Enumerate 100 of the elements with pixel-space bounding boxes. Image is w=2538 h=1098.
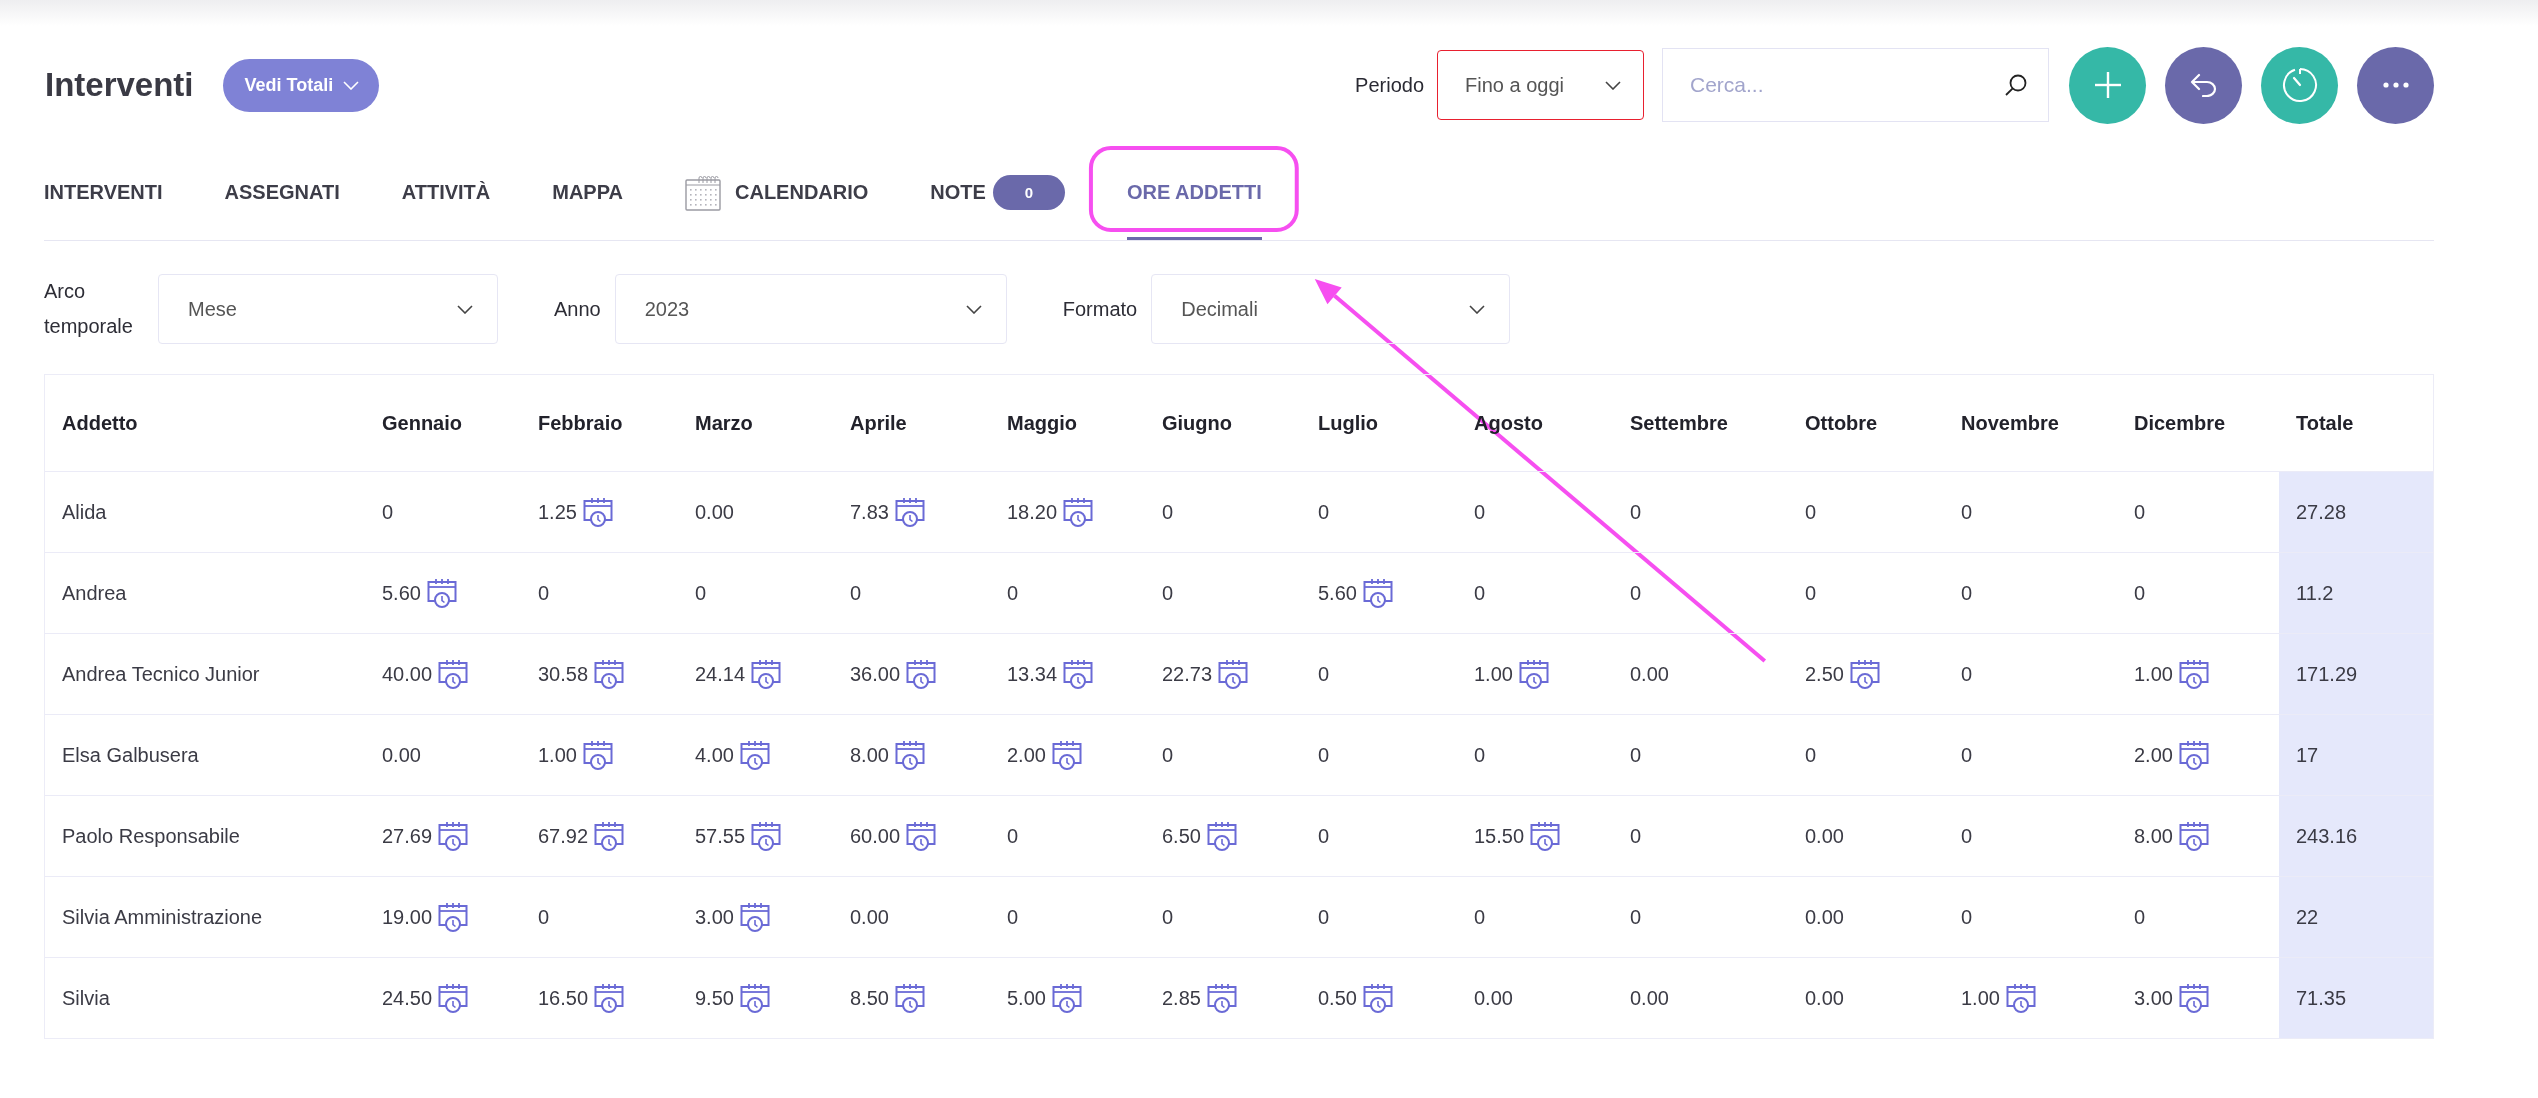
hours-value: 15.50 [1474, 824, 1525, 848]
calendar-clock-icon[interactable] [739, 902, 770, 932]
hours-value: 30.58 [538, 662, 589, 686]
total-value: 27.28 [2279, 472, 2433, 552]
calendar-clock-icon[interactable] [2178, 659, 2209, 689]
hours-value: 0 [2134, 905, 2146, 929]
calendar-clock-icon[interactable] [2178, 983, 2209, 1013]
calendar-clock-icon[interactable] [906, 821, 937, 851]
calendar-clock-icon[interactable] [1362, 578, 1393, 608]
calendar-clock-icon[interactable] [1063, 497, 1094, 527]
tab[interactable]: MAPPA [552, 165, 623, 240]
hours-value: 24.50 [382, 986, 433, 1010]
calendar-clock-icon[interactable] [438, 659, 469, 689]
filter-dropdown[interactable]: Mese [158, 274, 498, 344]
calendar-clock-icon[interactable] [1063, 659, 1094, 689]
hours-value: 0.00 [695, 500, 734, 524]
hours-value: 0 [1630, 500, 1642, 524]
hours-value: 19.00 [382, 905, 433, 929]
hours-value: 13.34 [1007, 662, 1058, 686]
hours-value: 0 [1162, 743, 1174, 767]
hours-value: 1.00 [538, 743, 577, 767]
hours-value: 0 [1162, 581, 1174, 605]
hours-value: 60.00 [850, 824, 901, 848]
calendar-clock-icon[interactable] [906, 659, 937, 689]
calendar-clock-icon[interactable] [438, 821, 469, 851]
hours-value: 1.00 [1961, 986, 2000, 1010]
calendar-clock-icon[interactable] [739, 983, 770, 1013]
calendar-clock-icon[interactable] [1206, 821, 1237, 851]
calendar-clock-icon[interactable] [594, 659, 625, 689]
column-header: Aprile [849, 410, 908, 436]
filter-label: Formato [1062, 296, 1138, 322]
hours-value: 0.00 [1805, 986, 1844, 1010]
tab[interactable]: NOTE 0 [930, 165, 1065, 240]
chevron-down-icon [343, 80, 360, 90]
hours-value: 0 [1630, 743, 1642, 767]
calendar-clock-icon[interactable] [594, 983, 625, 1013]
hours-value: 0 [1007, 581, 1019, 605]
hours-value: 0 [1162, 905, 1174, 929]
calendar-clock-icon[interactable] [739, 740, 770, 770]
hours-value: 0 [1961, 500, 1973, 524]
hours-value: 0 [695, 581, 707, 605]
calendar-clock-icon[interactable] [1530, 821, 1561, 851]
hours-value: 1.00 [2134, 662, 2173, 686]
filter-dropdown[interactable]: Decimali [1151, 274, 1511, 344]
calendar-clock-icon[interactable] [751, 821, 782, 851]
hours-value: 0 [1318, 824, 1330, 848]
calendar-clock-icon[interactable] [2005, 983, 2036, 1013]
calendar-clock-icon[interactable] [894, 740, 925, 770]
count-badge: 0 [992, 175, 1065, 210]
total-value: 17 [2279, 715, 2433, 795]
tab[interactable]: INTERVENTI [44, 165, 163, 240]
calendar-clock-icon[interactable] [894, 497, 925, 527]
hours-value: 0 [1474, 743, 1486, 767]
chevron-down-icon [457, 304, 473, 314]
search-icon[interactable] [2005, 74, 2027, 96]
total-value: 71.35 [2279, 958, 2433, 1038]
hours-value: 0 [1805, 743, 1817, 767]
filter-dropdown[interactable]: 2023 [614, 274, 1007, 344]
column-header: Maggio [1006, 410, 1078, 436]
hours-value: 0 [1474, 500, 1486, 524]
calendar-clock-icon[interactable] [438, 902, 469, 932]
hours-value: 2.50 [1805, 662, 1844, 686]
calendar-clock-icon[interactable] [1518, 659, 1549, 689]
tab[interactable]: ATTIVITÀ [401, 165, 491, 240]
calendar-clock-icon[interactable] [751, 659, 782, 689]
hours-value: 0 [538, 581, 550, 605]
column-header: Settembre [1629, 410, 1729, 436]
calendar-clock-icon[interactable] [1206, 983, 1237, 1013]
hours-value: 3.00 [695, 905, 734, 929]
hours-value: 0.00 [1805, 905, 1844, 929]
hours-value: 16.50 [538, 986, 589, 1010]
calendar-clock-icon[interactable] [1218, 659, 1249, 689]
hours-value: 67.92 [538, 824, 589, 848]
tab[interactable]: ASSEGNATI [224, 165, 340, 240]
calendar-clock-icon[interactable] [1051, 740, 1082, 770]
hours-value: 5.60 [382, 581, 421, 605]
hours-value: 8.00 [2134, 824, 2173, 848]
tab[interactable]: CALENDARIO [685, 165, 869, 240]
plus-icon [2093, 71, 2122, 99]
total-value: 171.29 [2279, 634, 2433, 714]
column-header: Luglio [1317, 410, 1379, 436]
calendar-clock-icon[interactable] [1849, 659, 1880, 689]
hours-value: 0 [1630, 824, 1642, 848]
hours-value: 24.14 [695, 662, 746, 686]
calendar-clock-icon[interactable] [1051, 983, 1082, 1013]
calendar-clock-icon[interactable] [594, 821, 625, 851]
calendar-clock-icon[interactable] [438, 983, 469, 1013]
calendar-clock-icon[interactable] [1362, 983, 1393, 1013]
calendar-clock-icon[interactable] [426, 578, 457, 608]
calendar-clock-icon[interactable] [2178, 821, 2209, 851]
hours-value: 0 [382, 500, 394, 524]
tab[interactable]: ORE ADDETTI [1126, 165, 1262, 240]
calendar-clock-icon[interactable] [582, 740, 613, 770]
calendar-clock-icon[interactable] [2178, 740, 2209, 770]
calendar-clock-icon[interactable] [582, 497, 613, 527]
employee-name: Andrea Tecnico Junior [62, 662, 260, 686]
search-field[interactable]: Cerca... [1662, 48, 2049, 122]
period-dropdown[interactable]: Fino a oggi [1437, 50, 1644, 120]
calendar-clock-icon[interactable] [894, 983, 925, 1013]
hours-value: 5.00 [1007, 986, 1046, 1010]
